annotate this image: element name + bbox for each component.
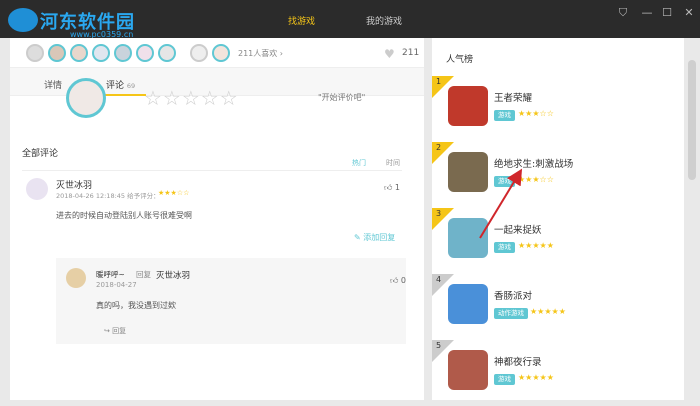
avatar[interactable]: [114, 44, 132, 62]
game-rating: ★★★☆☆: [518, 109, 554, 118]
thumbs-up-icon: 👍︎: [390, 276, 399, 285]
reply-button[interactable]: ↪ 回复: [104, 326, 126, 336]
comment-like-count: 1: [394, 183, 401, 192]
rank-number: 1: [436, 77, 442, 86]
game-name[interactable]: 一起来捉妖: [494, 222, 542, 236]
rank-item[interactable]: 2 绝地求生:刺激战场 游戏 ★★★☆☆: [432, 142, 684, 208]
rating-stars-input[interactable]: ☆☆☆☆☆: [144, 86, 239, 110]
nav-my-games[interactable]: 我的游戏: [366, 14, 402, 27]
game-name[interactable]: 神都夜行录: [494, 354, 542, 368]
popular-sidebar: 人气榜 1 王者荣耀 游戏 ★★★☆☆ 2 绝地求生:刺激战场 游戏 ★★★☆☆…: [432, 38, 684, 400]
rank-item[interactable]: 5 神都夜行录 游戏 ★★★★★: [432, 340, 684, 406]
avatar[interactable]: [212, 44, 230, 62]
comment-meta: 2018-04-26 12:18:45 给予评分：: [56, 192, 160, 200]
reply-arrow-icon: ↪: [104, 327, 110, 335]
rank-item[interactable]: 1 王者荣耀 游戏 ★★★☆☆: [432, 76, 684, 142]
all-comments-title: 全部评论: [22, 149, 59, 159]
game-tag: 游戏: [494, 176, 515, 187]
game-rating: ★★★★★: [518, 241, 554, 250]
game-icon[interactable]: [448, 284, 488, 324]
sort-hot[interactable]: 热门: [352, 158, 366, 168]
replier-avatar[interactable]: [66, 268, 86, 288]
rank-number: 4: [436, 275, 442, 284]
game-tag: 游戏: [494, 242, 515, 253]
replier-name[interactable]: 暖呼呼~: [96, 269, 125, 280]
avatar[interactable]: [92, 44, 110, 62]
thumbs-up-icon: 👍︎: [384, 183, 393, 192]
game-icon[interactable]: [448, 218, 488, 258]
add-reply-label: 添加回复: [363, 233, 396, 242]
game-name[interactable]: 绝地求生:刺激战场: [494, 156, 573, 170]
pencil-icon: ✎: [354, 233, 361, 242]
title-bar: 河东软件园 www.pc0359.cn 找游戏 我的游戏 ⛉ — ☐ ✕: [0, 0, 700, 39]
divider: [22, 170, 402, 171]
game-icon[interactable]: [448, 86, 488, 126]
reply-word: 回复: [136, 270, 151, 279]
comment-rating: ★★★☆☆: [158, 189, 190, 197]
scrollbar[interactable]: [688, 60, 696, 180]
popular-title: 人气榜: [446, 55, 474, 65]
tab-details[interactable]: 详情: [44, 78, 62, 91]
game-icon[interactable]: [448, 152, 488, 192]
add-reply-button[interactable]: ✎ 添加回复: [354, 232, 395, 243]
rank-item[interactable]: 4 香肠派对 动作游戏 ★★★★★: [432, 274, 684, 340]
comment-like-button[interactable]: 👍︎ 1: [384, 183, 400, 193]
game-tag: 游戏: [494, 110, 515, 121]
avatar[interactable]: [190, 44, 208, 62]
minimize-icon[interactable]: —: [640, 6, 654, 20]
heart-icon[interactable]: ♥: [384, 47, 395, 61]
reply-button-label: 回复: [112, 327, 127, 335]
reply-text: 真的吗，我没遇到过欸: [96, 301, 176, 310]
tab-comments-label: 评论: [106, 81, 125, 91]
game-tag: 动作游戏: [494, 308, 528, 319]
rating-hint: "开始评价吧": [318, 93, 366, 102]
likes-row: 211人喜欢 › ♥ 211: [10, 38, 424, 68]
reply-target-name[interactable]: 灭世冰羽: [156, 269, 190, 281]
rank-number: 5: [436, 341, 442, 350]
reply-like-count: 0: [400, 276, 407, 285]
avatar[interactable]: [26, 44, 44, 62]
tab-comments[interactable]: 评论 69: [106, 78, 135, 91]
game-name[interactable]: 香肠派对: [494, 288, 532, 302]
rank-item[interactable]: 3 一起来捉妖 游戏 ★★★★★: [432, 208, 684, 274]
rank-number: 2: [436, 143, 442, 152]
maximize-icon[interactable]: ☐: [660, 6, 674, 20]
tab-comments-badge: 69: [126, 82, 136, 90]
avatar[interactable]: [136, 44, 154, 62]
avatar[interactable]: [70, 44, 88, 62]
avatar[interactable]: [158, 44, 176, 62]
game-rating: ★★★☆☆: [518, 175, 554, 184]
sort-time[interactable]: 时间: [386, 158, 400, 168]
avatar[interactable]: [48, 44, 66, 62]
game-name[interactable]: 王者荣耀: [494, 90, 532, 104]
reply-like-button[interactable]: 👍︎ 0: [390, 276, 406, 286]
settings-icon[interactable]: ⛉: [616, 6, 630, 20]
game-tag: 游戏: [494, 374, 515, 385]
game-icon[interactable]: [448, 350, 488, 390]
game-rating: ★★★★★: [518, 373, 554, 382]
nav-find-games[interactable]: 找游戏: [288, 14, 315, 27]
reply-date: 2018-04-27: [96, 281, 137, 289]
app-logo: [8, 8, 38, 32]
rank-number: 3: [436, 209, 442, 218]
close-icon[interactable]: ✕: [682, 6, 696, 20]
commenter-avatar[interactable]: [26, 178, 48, 200]
game-rating: ★★★★★: [530, 307, 566, 316]
likes-count-link[interactable]: 211人喜欢 ›: [238, 48, 283, 59]
comment-text: 进去的时候自动登陆别人账号很难受啊: [56, 211, 192, 220]
user-avatar: [66, 78, 106, 118]
heart-count: 211: [402, 48, 420, 58]
